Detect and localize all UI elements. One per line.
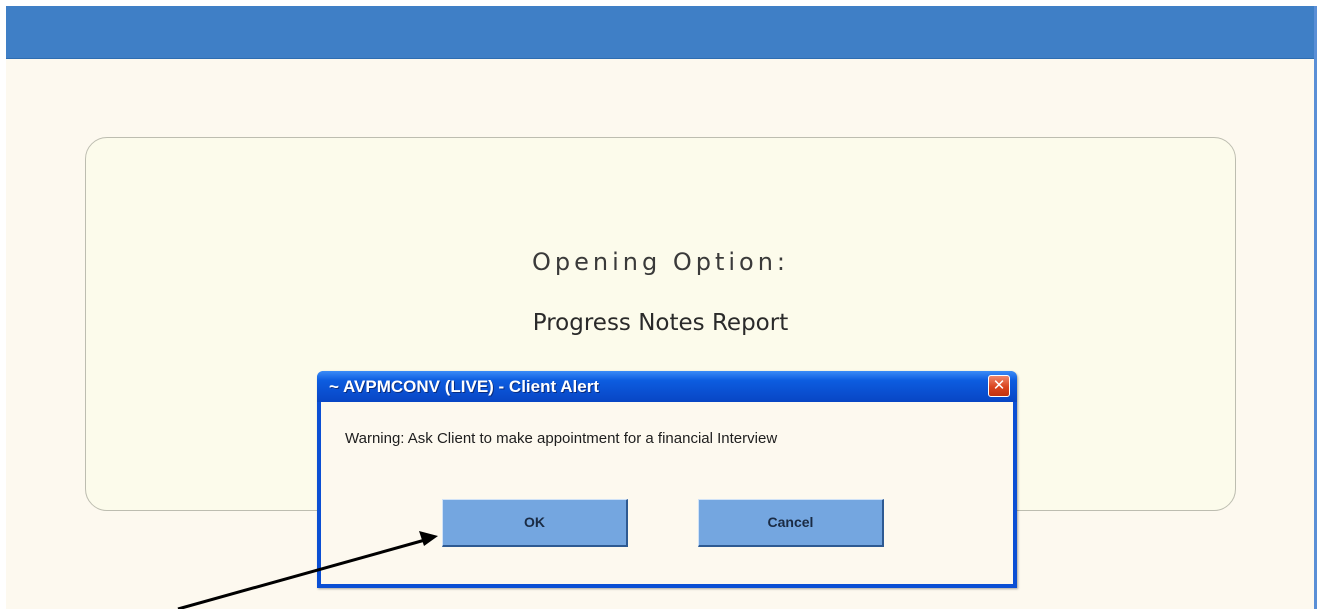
opening-option-heading: Opening Option: bbox=[531, 248, 790, 276]
warning-message: Warning: Ask Client to make appointment … bbox=[345, 430, 778, 447]
dialog-body: Warning: Ask Client to make appointment … bbox=[321, 402, 1013, 584]
close-icon[interactable]: ✕ bbox=[988, 375, 1010, 397]
top-header-bar bbox=[6, 6, 1314, 59]
report-name: Progress Notes Report bbox=[532, 310, 789, 336]
dialog-titlebar[interactable]: ~ AVPMCONV (LIVE) - Client Alert ✕ bbox=[317, 371, 1017, 402]
dialog-title: ~ AVPMCONV (LIVE) - Client Alert bbox=[329, 377, 599, 396]
cancel-button[interactable]: Cancel bbox=[698, 499, 884, 547]
client-alert-dialog: ~ AVPMCONV (LIVE) - Client Alert ✕ Warni… bbox=[317, 371, 1017, 588]
ok-button[interactable]: OK bbox=[442, 499, 628, 547]
